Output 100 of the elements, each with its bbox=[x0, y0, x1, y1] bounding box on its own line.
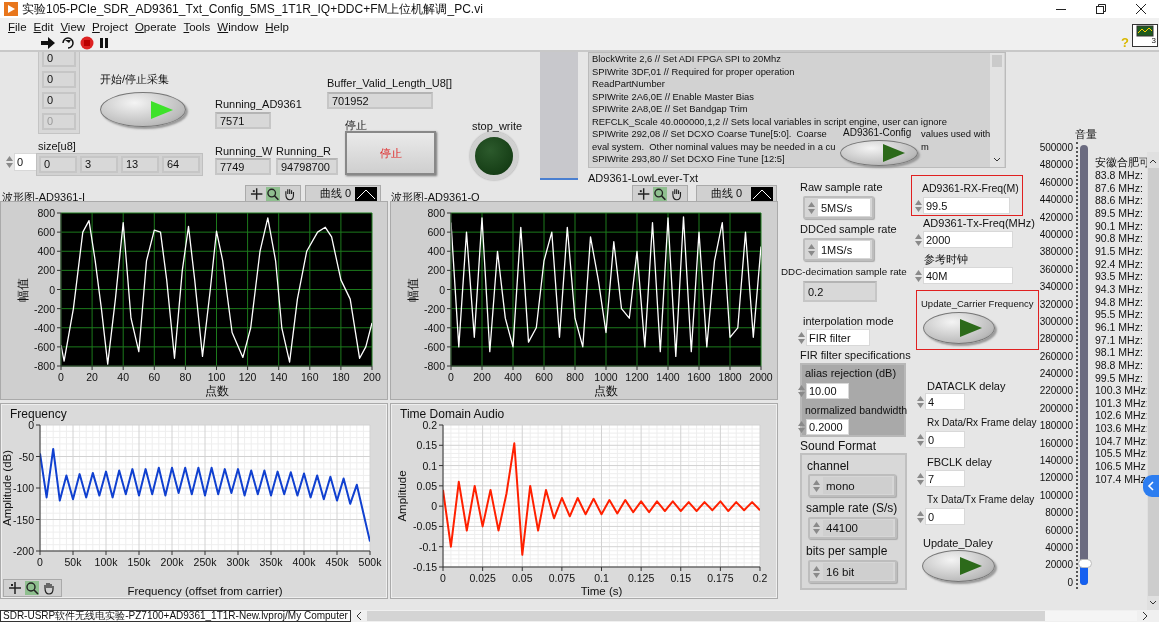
menu-item[interactable]: Help bbox=[263, 20, 294, 33]
push-button[interactable] bbox=[100, 92, 186, 127]
spinner-arrows[interactable] bbox=[916, 393, 925, 410]
control-label: sample rate (S/s) bbox=[806, 501, 898, 515]
spinner-arrows[interactable] bbox=[797, 383, 806, 399]
chevron-right-icon[interactable] bbox=[1141, 611, 1149, 621]
scrollbar[interactable] bbox=[990, 53, 1004, 167]
push-button[interactable] bbox=[923, 312, 995, 344]
spinner-arrows[interactable] bbox=[914, 267, 923, 284]
hand-icon[interactable] bbox=[669, 186, 683, 201]
push-button[interactable] bbox=[922, 550, 995, 582]
spinner-arrows[interactable] bbox=[916, 470, 925, 487]
scale-label: 120000 bbox=[1039, 472, 1073, 485]
scale-label: 200000 bbox=[1039, 402, 1073, 415]
hand-icon[interactable] bbox=[282, 186, 296, 201]
number-field[interactable]: FIR filter bbox=[806, 329, 870, 346]
tick-label: 0 bbox=[28, 421, 34, 431]
number-field[interactable]: 7 bbox=[925, 470, 965, 487]
chevron-left-icon[interactable] bbox=[354, 611, 363, 621]
slider-thumb[interactable] bbox=[1078, 559, 1092, 568]
number-field[interactable]: 0.2000 bbox=[806, 419, 849, 435]
tick-label: 1000 bbox=[594, 371, 618, 383]
control-label: Tx Data/Tx Frame delay bbox=[927, 494, 1035, 505]
spinner-arrows[interactable] bbox=[812, 563, 821, 580]
station-entry: 95.5 MHz: bbox=[1095, 308, 1144, 321]
chevron-up-icon[interactable] bbox=[1149, 158, 1157, 164]
spinner-arrows[interactable] bbox=[797, 329, 806, 346]
cursor-icon[interactable] bbox=[250, 186, 264, 201]
tick-label: 0.1 bbox=[594, 572, 609, 584]
ring-selector[interactable]: 5MS/s bbox=[803, 196, 874, 219]
tick-label: 0.025 bbox=[469, 572, 496, 584]
control-label: FIR filter specifications bbox=[800, 349, 911, 361]
ring-selector[interactable]: 16 bit bbox=[808, 560, 897, 583]
restore-icon[interactable] bbox=[1095, 3, 1107, 15]
ring-selector[interactable]: 1MS/s bbox=[803, 238, 874, 261]
spinner-arrows[interactable] bbox=[812, 477, 821, 494]
axis-title: 点数 bbox=[204, 385, 229, 397]
station-entry: 89.5 MHz: bbox=[1095, 206, 1144, 220]
number-field[interactable]: 0 bbox=[925, 508, 965, 525]
scroll-thumb[interactable] bbox=[992, 55, 1002, 67]
tick-label: -0.05 bbox=[413, 520, 437, 533]
spinner-arrows[interactable] bbox=[797, 419, 806, 435]
menu-item[interactable]: View bbox=[58, 20, 91, 33]
chevron-left-icon bbox=[1147, 481, 1155, 491]
station-entry: 104.7 MHz: bbox=[1095, 434, 1150, 448]
spinner-arrows[interactable] bbox=[914, 197, 923, 214]
chevron-down-icon[interactable] bbox=[1149, 600, 1157, 606]
stop-button[interactable]: 停止 bbox=[345, 131, 436, 175]
menu-item[interactable]: Window bbox=[215, 20, 264, 33]
tick-label: 0.2 bbox=[752, 572, 768, 584]
cursor-icon[interactable] bbox=[8, 581, 22, 595]
index-field[interactable]: 0 bbox=[14, 153, 37, 171]
zoom-icon[interactable] bbox=[25, 581, 39, 595]
number-field[interactable]: 0 bbox=[925, 431, 965, 448]
number-display: 7571 bbox=[215, 112, 271, 129]
zoom-icon[interactable] bbox=[266, 186, 280, 201]
menu-item[interactable]: Project bbox=[90, 20, 133, 33]
spinner-arrows[interactable] bbox=[916, 431, 925, 448]
tick-label: 450k bbox=[325, 556, 349, 568]
menu-item[interactable]: Tools bbox=[181, 20, 216, 33]
spinner-arrows[interactable] bbox=[914, 231, 923, 248]
station-entry: 93.5 MHz: bbox=[1095, 270, 1144, 283]
menu-item[interactable]: Operate bbox=[132, 20, 182, 33]
spinner-arrows[interactable] bbox=[807, 199, 816, 216]
section-label: Sound Format bbox=[800, 439, 877, 453]
pause-icon[interactable] bbox=[98, 35, 110, 50]
menu-item[interactable]: Edit bbox=[31, 20, 59, 33]
number-field[interactable]: 2000 bbox=[923, 231, 1013, 248]
run-arrow-icon[interactable] bbox=[40, 35, 56, 50]
chevron-down-icon[interactable] bbox=[993, 157, 1001, 163]
spinner-arrows[interactable] bbox=[5, 154, 14, 170]
cursor-icon[interactable] bbox=[637, 186, 651, 201]
tick-label: 200 bbox=[473, 371, 491, 383]
tick-label: -100 bbox=[13, 482, 34, 494]
spinner-arrows[interactable] bbox=[916, 508, 925, 525]
close-icon[interactable] bbox=[1135, 3, 1147, 15]
control-label: AD9361-RX-Freq(M) bbox=[922, 182, 1019, 194]
tick-label: 1400 bbox=[656, 371, 680, 383]
ring-selector[interactable]: mono bbox=[808, 474, 896, 497]
spinner-arrows[interactable] bbox=[807, 241, 816, 258]
number-field[interactable]: 99.5 bbox=[923, 197, 1010, 214]
tick-label: 0 bbox=[431, 500, 437, 513]
ring-selector[interactable]: 44100 bbox=[808, 517, 897, 539]
control-label: DDCed sample rate bbox=[800, 223, 897, 235]
vi-icon[interactable]: 3 bbox=[1132, 24, 1158, 47]
collapse-tab[interactable] bbox=[1143, 475, 1159, 497]
number-field[interactable]: 40M bbox=[923, 267, 1013, 284]
scale-label: 300000 bbox=[1039, 315, 1073, 328]
project-path: SDR-USRP软件无线电实验-PZ7100+AD9361_1T1R-New.lvproj/My Computer bbox=[0, 610, 351, 622]
abort-icon[interactable] bbox=[80, 35, 94, 50]
zoom-icon[interactable] bbox=[653, 186, 667, 201]
axis-title: Time (s) bbox=[580, 585, 623, 597]
run-continuously-icon[interactable] bbox=[60, 35, 76, 50]
spinner-arrows[interactable] bbox=[812, 520, 821, 536]
number-field[interactable]: 10.00 bbox=[806, 383, 849, 399]
tick-label: 180 bbox=[332, 371, 350, 383]
tick-label: 600 bbox=[427, 226, 445, 239]
number-field[interactable]: 4 bbox=[925, 393, 965, 410]
menu-item[interactable]: File bbox=[6, 20, 32, 33]
hand-icon[interactable] bbox=[42, 581, 56, 595]
